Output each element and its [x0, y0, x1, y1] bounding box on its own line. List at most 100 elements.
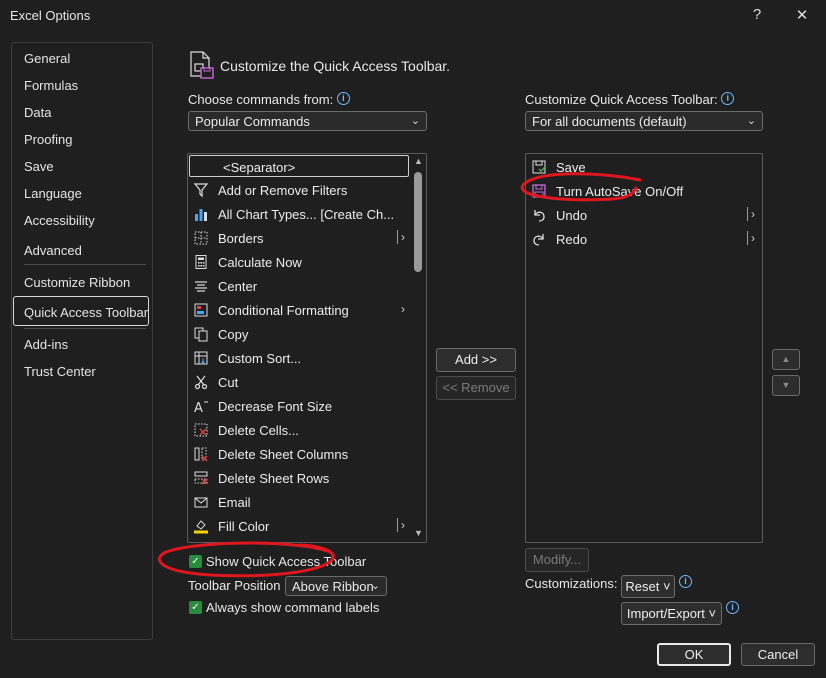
commands-list[interactable]: <Separator> Add or Remove Filters All Ch… [187, 153, 427, 543]
customize-qat-value: For all documents (default) [532, 114, 687, 129]
fill-color-icon [193, 518, 209, 534]
list-item[interactable]: Borders › [189, 226, 409, 250]
page-title: Customize the Quick Access Toolbar. [220, 58, 451, 74]
submenu-arrow-icon: › [397, 230, 405, 244]
list-item-label: Calculate Now [218, 255, 302, 270]
commands-scrollbar[interactable]: ▲ ▼ [410, 154, 426, 542]
list-item-label: Redo [556, 232, 588, 247]
svg-text:A: A [194, 401, 203, 414]
nav-item-quick-access-toolbar[interactable]: Quick Access Toolbar [24, 305, 148, 320]
close-button[interactable]: ✕ [787, 6, 817, 26]
info-icon[interactable]: i [336, 92, 350, 105]
scissors-icon [193, 374, 209, 390]
info-icon[interactable]: i [679, 575, 692, 588]
help-button[interactable]: ? [742, 6, 772, 26]
undo-icon [531, 207, 547, 223]
list-item-label: Center [218, 279, 258, 294]
submenu-arrow-icon: › [401, 302, 405, 316]
list-item[interactable]: Delete Cells... [189, 418, 409, 442]
list-item-label: Email [218, 495, 251, 510]
nav-item-save[interactable]: Save [24, 159, 54, 174]
list-item[interactable]: Cut [189, 370, 409, 394]
list-item[interactable]: Conditional Formatting › [189, 298, 409, 322]
list-item[interactable]: Redo › [527, 227, 761, 251]
list-item[interactable]: <Separator> [189, 155, 409, 177]
toolbar-position-label: Toolbar Position [188, 578, 281, 593]
chevron-down-icon: ⌄ [370, 580, 380, 592]
chevron-down-icon: ⌄ [746, 115, 756, 127]
list-item[interactable]: A Decrease Font Size [189, 394, 409, 418]
list-item-label: Delete Cells... [218, 423, 299, 438]
autosave-icon [531, 183, 547, 199]
show-qat-checkbox[interactable]: ✓ [189, 555, 202, 568]
list-item[interactable]: All Chart Types... [Create Ch... [189, 202, 409, 226]
nav-item-customize-ribbon[interactable]: Customize Ribbon [24, 275, 130, 290]
nav-item-data[interactable]: Data [24, 105, 51, 120]
ok-button[interactable]: OK [657, 643, 731, 666]
list-item[interactable]: Copy [189, 322, 409, 346]
list-item[interactable]: Calculate Now [189, 250, 409, 274]
list-item-label: Fill Color [218, 519, 270, 534]
nav-item-accessibility[interactable]: Accessibility [24, 213, 95, 228]
customize-qat-text: Customize Quick Access Toolbar: [525, 92, 718, 107]
borders-icon [193, 230, 209, 246]
choose-commands-label: Choose commands from: i [188, 92, 350, 107]
nav-item-advanced[interactable]: Advanced [24, 243, 82, 258]
redo-icon [531, 231, 547, 247]
info-icon[interactable]: i [721, 92, 735, 105]
list-item[interactable]: Delete Sheet Rows [189, 466, 409, 490]
scroll-thumb[interactable] [414, 172, 422, 272]
delete-columns-icon [193, 446, 209, 462]
list-item-label: Copy [218, 327, 249, 342]
remove-button[interactable]: << Remove [436, 376, 516, 400]
add-button[interactable]: Add >> [436, 348, 516, 372]
customize-qat-select[interactable]: For all documents (default) ⌄ [525, 111, 763, 131]
choose-commands-value: Popular Commands [195, 114, 310, 129]
move-up-button[interactable]: ▲ [772, 349, 800, 370]
list-item[interactable]: Add or Remove Filters [189, 178, 409, 202]
info-icon[interactable]: i [726, 601, 739, 614]
qat-items-list[interactable]: Save Turn AutoSave On/Off Undo › Redo › [525, 153, 763, 543]
list-item-label: Conditional Formatting [218, 303, 349, 318]
list-item[interactable]: Save [527, 155, 761, 179]
choose-commands-select[interactable]: Popular Commands ⌄ [188, 111, 427, 131]
list-item-label: <Separator> [223, 160, 296, 175]
list-item-label: Decrease Font Size [218, 399, 333, 414]
window-title: Excel Options [10, 8, 91, 23]
triangle-up-icon: ▲ [781, 354, 791, 364]
cancel-button[interactable]: Cancel [741, 643, 815, 666]
scroll-up-icon[interactable]: ▲ [414, 156, 423, 166]
always-show-labels-checkbox[interactable]: ✓ [189, 601, 202, 614]
list-item[interactable]: Custom Sort... [189, 346, 409, 370]
list-item-label: Undo [556, 208, 588, 223]
list-item[interactable]: Turn AutoSave On/Off [527, 179, 761, 203]
options-nav: General Formulas Data Proofing Save Lang… [11, 42, 153, 640]
reset-button[interactable]: Reset ˅ [621, 575, 675, 598]
conditional-format-icon [193, 302, 209, 318]
nav-item-formulas[interactable]: Formulas [24, 78, 78, 93]
delete-cells-icon [193, 422, 209, 438]
customizations-label: Customizations: [525, 576, 618, 591]
nav-item-language[interactable]: Language [24, 186, 82, 201]
nav-item-add-ins[interactable]: Add-ins [24, 337, 68, 352]
qat-header-icon [188, 51, 214, 79]
email-icon [193, 494, 209, 510]
list-item[interactable]: Center [189, 274, 409, 298]
chevron-down-icon: ⌄ [410, 115, 420, 127]
nav-item-general[interactable]: General [24, 51, 70, 66]
list-item[interactable]: Undo › [527, 203, 761, 227]
import-export-button[interactable]: Import/Export ˅ [621, 602, 722, 625]
list-item[interactable]: Email [189, 490, 409, 514]
decrease-font-icon: A [193, 398, 209, 416]
delete-rows-icon [193, 470, 209, 486]
nav-item-trust-center[interactable]: Trust Center [24, 364, 96, 379]
modify-button[interactable]: Modify... [525, 548, 589, 572]
toolbar-position-select[interactable]: Above Ribbon ⌄ [285, 576, 387, 596]
list-item[interactable]: Delete Sheet Columns [189, 442, 409, 466]
scroll-down-icon[interactable]: ▼ [414, 528, 423, 538]
sort-icon [193, 350, 209, 366]
always-show-labels-label: Always show command labels [206, 600, 380, 615]
nav-item-proofing[interactable]: Proofing [24, 132, 72, 147]
list-item[interactable]: Fill Color › [189, 514, 409, 538]
move-down-button[interactable]: ▼ [772, 375, 800, 396]
